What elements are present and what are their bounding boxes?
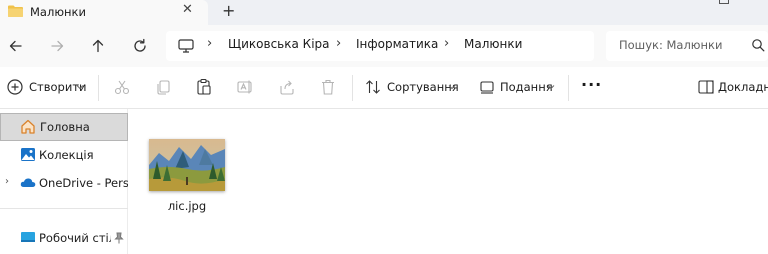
sidebar-item-label: OneDrive - Personal [39, 176, 128, 190]
maximize-button[interactable] [719, 0, 729, 4]
file-name: ліс.jpg [167, 199, 207, 213]
forward-arrow-icon[interactable] [47, 36, 67, 56]
cloud-icon [20, 178, 36, 187]
command-bar: Створити Сортування Подання ··· Докладн [0, 67, 768, 109]
sidebar-item-home[interactable]: Головна [0, 113, 128, 141]
breadcrumb-user[interactable]: Щиковська Кіра [228, 37, 330, 51]
details-button[interactable]: Докладно [718, 80, 768, 94]
chevron-down-icon[interactable] [547, 83, 555, 91]
sidebar-item-onedrive[interactable]: › OneDrive - Personal [0, 169, 128, 197]
copy-icon[interactable] [154, 78, 172, 96]
tab-pictures[interactable]: Малюнки ✕ [0, 0, 208, 25]
breadcrumb-informatics[interactable]: Інформатика [356, 37, 438, 51]
image-thumbnail[interactable] [149, 139, 225, 191]
search-icon[interactable] [751, 38, 765, 52]
sidebar-item-desktop[interactable]: Робочий стіл [0, 224, 128, 252]
plus-circle-icon[interactable] [6, 78, 24, 96]
gallery-icon [21, 148, 35, 161]
paste-icon[interactable] [195, 78, 213, 96]
up-arrow-icon[interactable] [88, 36, 108, 56]
chevron-right-icon[interactable]: › [336, 36, 341, 51]
more-options-icon[interactable]: ··· [581, 75, 602, 94]
toolbar-divider [98, 75, 99, 101]
tab-title: Малюнки [30, 5, 86, 19]
close-tab-icon[interactable]: ✕ [182, 2, 193, 17]
chevron-right-icon[interactable]: › [444, 36, 449, 51]
chevron-right-icon[interactable]: › [5, 176, 9, 187]
share-icon[interactable] [278, 78, 296, 96]
trash-icon[interactable] [319, 78, 337, 96]
refresh-icon[interactable] [130, 36, 150, 56]
rename-icon[interactable] [236, 78, 254, 96]
address-bar: › Щиковська Кіра › Інформатика › Малюнки… [0, 25, 768, 67]
back-arrow-icon[interactable] [6, 36, 26, 56]
navigation-pane: Головна Колекція › OneDrive - Personal Р… [0, 109, 128, 254]
chevron-down-icon[interactable] [448, 83, 456, 91]
new-tab-icon[interactable]: + [222, 1, 235, 20]
pin-icon[interactable] [114, 232, 124, 244]
sidebar-divider [0, 208, 128, 209]
home-icon [21, 119, 35, 134]
title-bar: Малюнки ✕ + [0, 0, 768, 25]
chevron-down-icon[interactable] [76, 83, 84, 91]
details-pane-icon[interactable] [697, 78, 715, 96]
toolbar-divider [352, 75, 353, 101]
desktop-icon [21, 232, 35, 242]
sidebar-item-label: Головна [40, 120, 90, 134]
monitor-icon[interactable] [178, 39, 194, 53]
toolbar-divider [568, 75, 569, 101]
sidebar-item-label: Колекція [39, 148, 94, 162]
cut-icon[interactable] [113, 78, 131, 96]
sidebar-item-label: Робочий стіл [39, 231, 111, 245]
file-item[interactable]: ліс.jpg [146, 137, 228, 215]
chevron-right-icon[interactable]: › [207, 36, 212, 51]
folder-icon [8, 5, 23, 17]
view-icon[interactable] [478, 78, 496, 96]
view-button[interactable]: Подання [500, 80, 553, 94]
sort-icon[interactable] [364, 78, 382, 96]
breadcrumb-pictures[interactable]: Малюнки [464, 37, 522, 51]
search-placeholder: Пошук: Малюнки [619, 38, 723, 52]
sidebar-item-gallery[interactable]: Колекція [0, 141, 128, 169]
